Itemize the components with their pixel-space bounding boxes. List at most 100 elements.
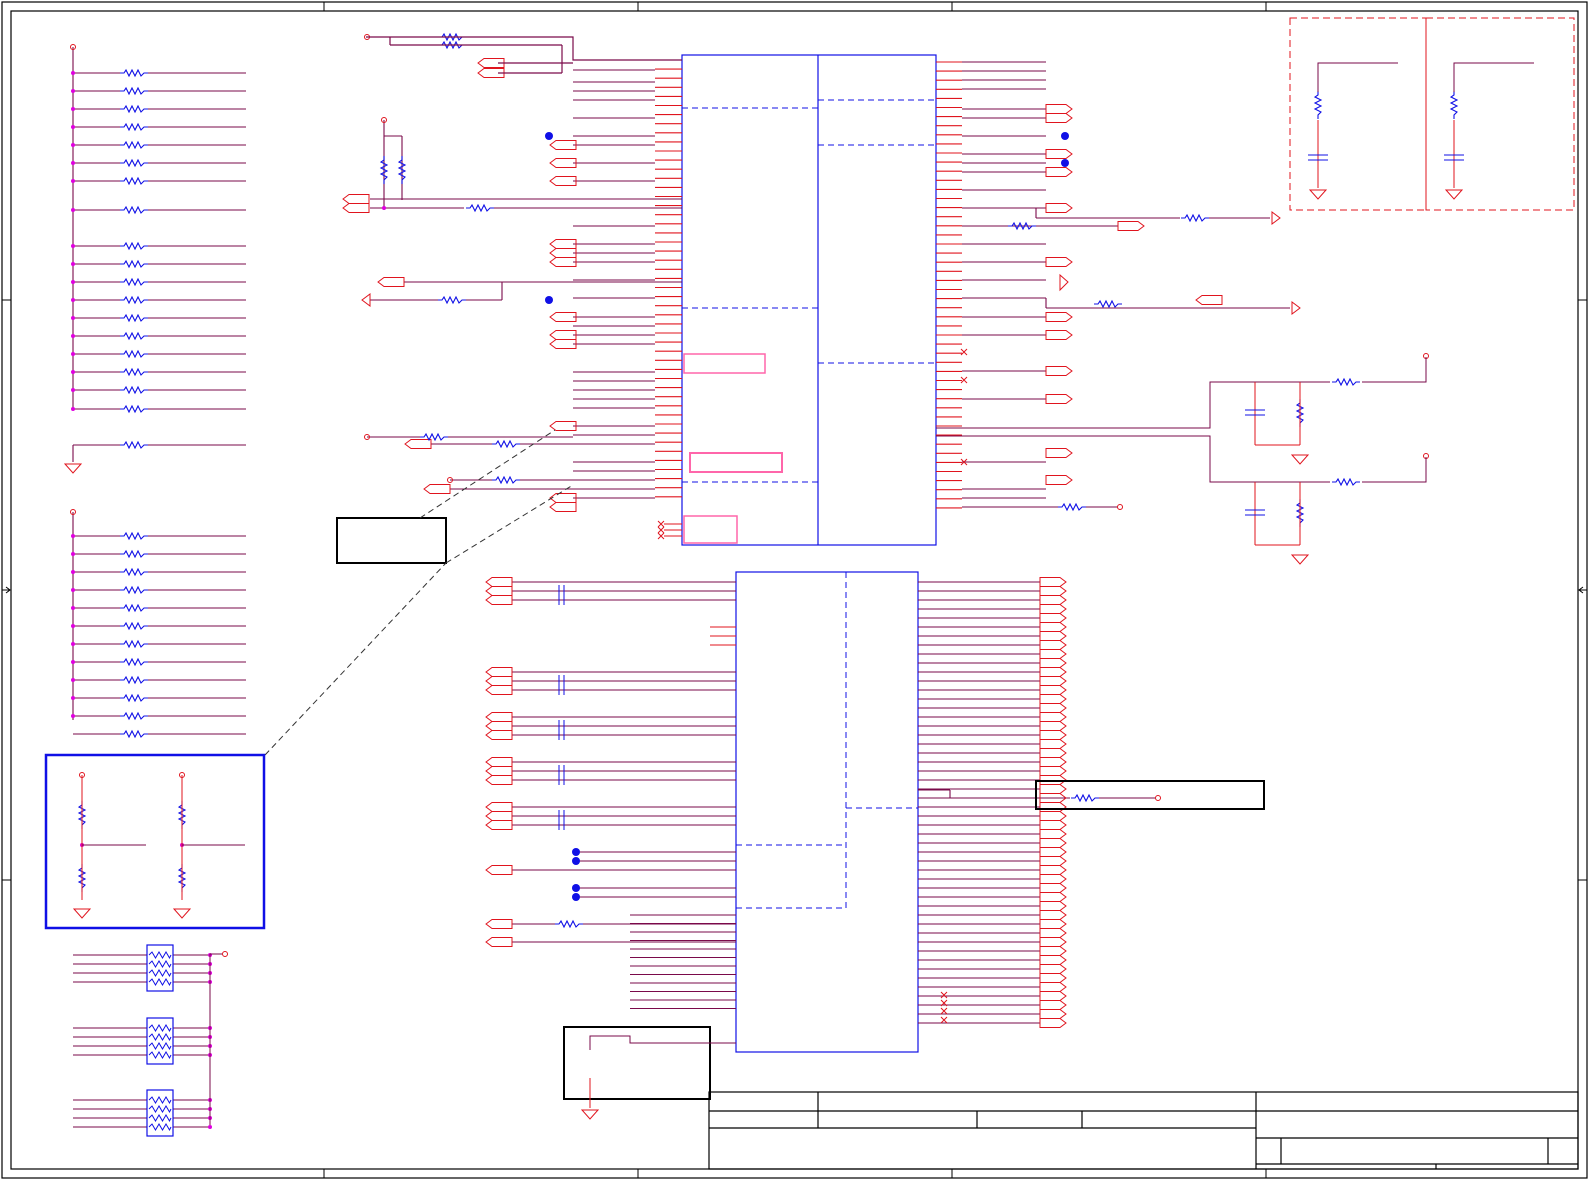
net-port bbox=[1039, 1009, 1067, 1019]
connection-dot bbox=[572, 848, 580, 856]
net-port bbox=[1039, 622, 1067, 632]
junction bbox=[71, 316, 75, 320]
callout-leader-2 bbox=[445, 484, 574, 564]
pullup-resistor bbox=[120, 675, 148, 685]
pullup-resistor bbox=[120, 621, 148, 631]
net-port bbox=[1039, 730, 1067, 740]
net-port bbox=[549, 248, 577, 258]
net-port bbox=[549, 140, 577, 150]
net-port bbox=[485, 676, 513, 686]
schematic-canvas bbox=[1, 1, 1588, 1179]
net-port bbox=[1039, 856, 1067, 866]
connection-dot bbox=[572, 884, 580, 892]
pack-element bbox=[148, 1105, 172, 1114]
pack-element bbox=[148, 1096, 172, 1105]
pullup-resistor bbox=[120, 404, 148, 414]
connection-dot bbox=[545, 132, 553, 140]
pack-element bbox=[148, 1114, 172, 1123]
net-port bbox=[1039, 784, 1067, 794]
net-port bbox=[1117, 221, 1145, 231]
callout-divider-box bbox=[44, 753, 266, 930]
series-resistor bbox=[1094, 299, 1122, 309]
net-port bbox=[1045, 475, 1073, 485]
net-port bbox=[485, 811, 513, 821]
power-arrow bbox=[361, 293, 371, 307]
pullup-resistor bbox=[1313, 91, 1323, 119]
net-port bbox=[1039, 937, 1067, 947]
pullup-resistor bbox=[120, 331, 148, 341]
pullup-resistor bbox=[1449, 91, 1459, 119]
junction bbox=[71, 107, 75, 111]
pullup-resistor bbox=[379, 156, 389, 184]
ic-upper-highlight-b bbox=[689, 452, 783, 473]
net-port bbox=[1039, 631, 1067, 641]
net-port bbox=[1039, 910, 1067, 920]
junction bbox=[71, 352, 75, 356]
series-resistor bbox=[438, 295, 466, 305]
net-port bbox=[485, 595, 513, 605]
resistor-pack-bus bbox=[209, 951, 228, 1125]
net-port bbox=[549, 421, 577, 431]
net-port bbox=[1045, 203, 1073, 213]
net-port bbox=[549, 239, 577, 249]
net-port bbox=[1039, 586, 1067, 596]
net-port bbox=[485, 667, 513, 677]
callout-box-left bbox=[336, 517, 447, 564]
net-port bbox=[1039, 847, 1067, 857]
junction bbox=[71, 642, 75, 646]
connection-dot bbox=[572, 857, 580, 865]
net-port bbox=[1045, 113, 1073, 123]
net-port bbox=[1039, 955, 1067, 965]
net-port bbox=[485, 577, 513, 587]
net-port bbox=[1039, 649, 1067, 659]
bottom-callout-circuit bbox=[580, 1035, 736, 1120]
net-port bbox=[1045, 149, 1073, 159]
net-port bbox=[1039, 973, 1067, 983]
net-port bbox=[1039, 739, 1067, 749]
pack-element bbox=[148, 978, 172, 987]
net-port bbox=[549, 502, 577, 512]
series-resistor bbox=[1008, 221, 1036, 231]
net-port bbox=[342, 203, 370, 213]
power-arrow bbox=[1271, 211, 1281, 225]
pullup-resistor bbox=[120, 729, 148, 739]
left-center-arrow bbox=[2, 586, 11, 594]
callout-leader-3 bbox=[264, 562, 447, 756]
pack-element bbox=[148, 1042, 172, 1051]
net-port bbox=[1039, 964, 1067, 974]
net-port bbox=[1039, 757, 1067, 767]
net-port bbox=[549, 493, 577, 503]
connection-dot bbox=[572, 893, 580, 901]
pullup-resistor bbox=[120, 86, 148, 96]
series-resistor bbox=[1181, 213, 1209, 223]
net-port bbox=[1039, 1018, 1067, 1028]
connection-dot bbox=[545, 296, 553, 304]
pullup-resistor bbox=[120, 549, 148, 559]
net-port bbox=[423, 484, 451, 494]
net-port bbox=[1039, 694, 1067, 704]
right-center-arrow bbox=[1578, 586, 1587, 594]
pack-element bbox=[148, 960, 172, 969]
pullup-resistor bbox=[120, 259, 148, 269]
ground-symbol bbox=[63, 463, 83, 474]
no-connect bbox=[657, 532, 665, 540]
net-port bbox=[485, 775, 513, 785]
pullup-resistor bbox=[120, 657, 148, 667]
ic-lower-section-dividers bbox=[736, 572, 918, 909]
net-port bbox=[1039, 748, 1067, 758]
junction bbox=[71, 606, 75, 610]
top-left-trace bbox=[366, 36, 682, 74]
net-port bbox=[1039, 982, 1067, 992]
pullup-resistor bbox=[120, 140, 148, 150]
series-resistor bbox=[1332, 377, 1360, 387]
pullup-resistor bbox=[120, 639, 148, 649]
net-port bbox=[485, 865, 513, 875]
junction bbox=[71, 298, 75, 302]
ic-upper-highlight-c bbox=[683, 515, 738, 544]
right-analog-network bbox=[936, 357, 1427, 565]
junction bbox=[71, 714, 75, 718]
junction bbox=[71, 388, 75, 392]
no-connect bbox=[657, 520, 665, 528]
net-port bbox=[549, 330, 577, 340]
net-port bbox=[377, 277, 405, 287]
